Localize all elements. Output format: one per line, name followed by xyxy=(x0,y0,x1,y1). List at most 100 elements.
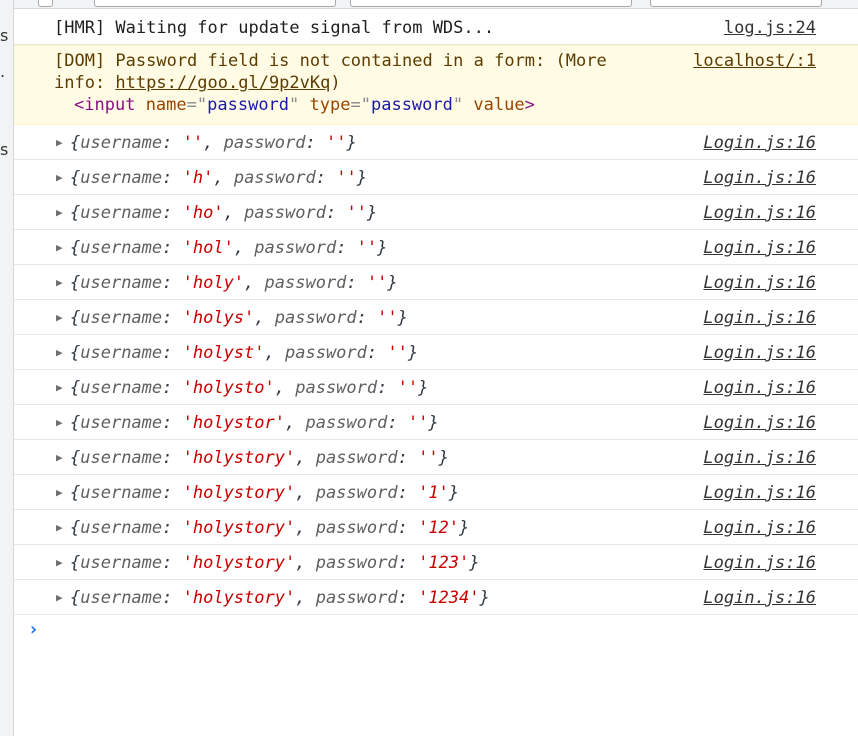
triangle-right-icon[interactable]: ▶ xyxy=(56,132,63,154)
attr-quote: " xyxy=(452,95,464,115)
key-username: username xyxy=(80,588,163,608)
triangle-right-icon[interactable]: ▶ xyxy=(56,307,63,329)
obj-separator: , xyxy=(295,588,316,608)
log-entry[interactable]: ▶ {username: 'holys', password: ''} Logi… xyxy=(14,300,858,335)
log-entry[interactable]: ▶ {username: 'holystory', password: '1'}… xyxy=(14,475,858,510)
value-username: 'ho' xyxy=(182,203,224,223)
obj-colon: : xyxy=(397,588,419,608)
key-username: username xyxy=(80,133,163,153)
source-link[interactable]: Login.js:16 xyxy=(703,447,816,469)
source-link[interactable]: Login.js:16 xyxy=(703,272,816,294)
triangle-right-icon[interactable]: ▶ xyxy=(56,202,63,224)
toolbar-control[interactable] xyxy=(38,0,53,7)
source-link[interactable]: log.js:24 xyxy=(724,17,816,39)
triangle-right-icon[interactable]: ▶ xyxy=(56,237,63,259)
key-username: username xyxy=(80,168,163,188)
obj-brace: { xyxy=(70,518,81,538)
source-link[interactable]: Login.js:16 xyxy=(703,412,816,434)
triangle-right-icon[interactable]: ▶ xyxy=(56,342,63,364)
source-link[interactable]: Login.js:16 xyxy=(703,482,816,504)
object-preview: {username: 'holys', password: ''} xyxy=(54,307,408,329)
object-preview: {username: 'holysto', password: ''} xyxy=(54,377,428,399)
obj-brace: } xyxy=(469,553,480,573)
source-link[interactable]: Login.js:16 xyxy=(703,552,816,574)
obj-colon: : xyxy=(162,203,183,223)
value-username: 'holystory' xyxy=(182,483,296,503)
triangle-right-icon[interactable]: ▶ xyxy=(56,482,63,504)
value-password: '1' xyxy=(418,483,449,503)
value-username: 'holy' xyxy=(182,273,245,293)
log-entry[interactable]: ▶ {username: 'holystory', password: '123… xyxy=(14,580,858,615)
obj-brace: } xyxy=(377,238,388,258)
obj-separator: , xyxy=(274,378,296,398)
source-link[interactable]: Login.js:16 xyxy=(703,587,816,609)
key-password: password xyxy=(295,378,378,398)
obj-colon: : xyxy=(387,413,408,433)
triangle-right-icon[interactable]: ▶ xyxy=(56,377,63,399)
obj-separator: , xyxy=(295,553,316,573)
console-input[interactable] xyxy=(54,621,758,645)
value-username: 'holysto' xyxy=(182,378,275,398)
log-entry[interactable]: ▶ {username: 'holystory', password: '12'… xyxy=(14,510,858,545)
log-entry[interactable]: ▶ {username: 'holystory', password: ''} … xyxy=(14,440,858,475)
triangle-right-icon[interactable]: ▶ xyxy=(56,167,63,189)
toolbar-level-select[interactable] xyxy=(650,0,822,7)
triangle-right-icon[interactable]: ▶ xyxy=(56,517,63,539)
object-preview: {username: '', password: ''} xyxy=(54,132,357,154)
key-username: username xyxy=(80,378,163,398)
log-entry[interactable]: ▶ {username: '', password: ''} Login.js:… xyxy=(14,125,858,160)
more-info-link[interactable]: https://goo.gl/9p2vKq xyxy=(115,73,330,93)
source-link[interactable]: Login.js:16 xyxy=(703,202,816,224)
attr-quote: " xyxy=(360,95,371,115)
obj-colon: : xyxy=(356,308,378,328)
key-password: password xyxy=(244,203,326,223)
triangle-right-icon[interactable]: ▶ xyxy=(56,587,63,609)
log-entry[interactable]: ▶ {username: 'holyst', password: ''} Log… xyxy=(14,335,858,370)
obj-brace: { xyxy=(70,203,81,223)
source-link[interactable]: localhost/:1 xyxy=(693,50,816,72)
value-password: '' xyxy=(397,378,419,398)
log-entry[interactable]: ▶ {username: 'holystory', password: '123… xyxy=(14,545,858,580)
obj-brace: } xyxy=(387,273,398,293)
object-preview: {username: 'hol', password: ''} xyxy=(54,237,387,259)
obj-brace: { xyxy=(70,378,81,398)
key-username: username xyxy=(80,448,163,468)
log-entry[interactable]: ▶ {username: 'ho', password: ''} Login.j… xyxy=(14,195,858,230)
value-username: 'h' xyxy=(182,168,214,188)
obj-brace: { xyxy=(70,483,81,503)
source-link[interactable]: Login.js:16 xyxy=(703,377,816,399)
key-password: password xyxy=(223,133,306,153)
value-username: 'holystory' xyxy=(182,448,296,468)
log-entry[interactable]: ▶ {username: 'holystor', password: ''} L… xyxy=(14,405,858,440)
log-entry[interactable]: ▶ {username: 'holy', password: ''} Login… xyxy=(14,265,858,300)
obj-brace: } xyxy=(438,448,449,468)
source-link[interactable]: Login.js:16 xyxy=(703,167,816,189)
key-password: password xyxy=(233,168,316,188)
source-link[interactable]: Login.js:16 xyxy=(703,237,816,259)
log-entry[interactable]: ▶ {username: 'hol', password: ''} Login.… xyxy=(14,230,858,265)
source-link[interactable]: Login.js:16 xyxy=(703,132,816,154)
attr-quote: " xyxy=(196,95,208,115)
triangle-right-icon[interactable]: ▶ xyxy=(56,447,63,469)
toolbar-filter-input[interactable] xyxy=(94,0,336,7)
source-link[interactable]: Login.js:16 xyxy=(703,517,816,539)
value-password: '12' xyxy=(418,518,460,538)
value-username: 'hol' xyxy=(182,238,234,258)
source-link[interactable]: Login.js:16 xyxy=(703,342,816,364)
key-password: password xyxy=(264,273,347,293)
attr-name: type xyxy=(309,95,351,115)
log-entry[interactable]: ▶ {username: 'holysto', password: ''} Lo… xyxy=(14,370,858,405)
left-edge-char: s xyxy=(0,140,9,159)
value-password: '' xyxy=(325,133,347,153)
log-entry[interactable]: ▶ {username: 'h', password: ''} Login.js… xyxy=(14,160,858,195)
toolbar-filter-input[interactable] xyxy=(350,0,632,7)
console-prompt[interactable]: › xyxy=(14,615,858,655)
source-link[interactable]: Login.js:16 xyxy=(703,307,816,329)
triangle-right-icon[interactable]: ▶ xyxy=(56,272,63,294)
element-node[interactable]: <input name="password" type="password" v… xyxy=(54,94,708,116)
obj-colon: : xyxy=(162,273,183,293)
obj-colon: : xyxy=(162,518,183,538)
triangle-right-icon[interactable]: ▶ xyxy=(56,552,63,574)
triangle-right-icon[interactable]: ▶ xyxy=(56,412,63,434)
key-username: username xyxy=(80,553,163,573)
